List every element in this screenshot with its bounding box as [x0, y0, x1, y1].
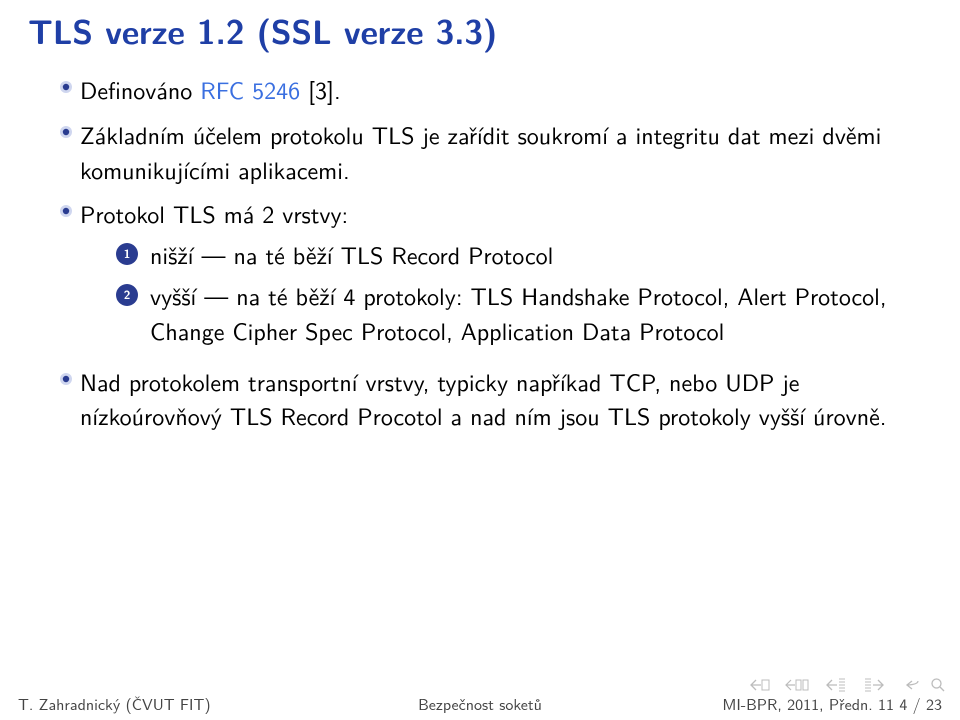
bullet-body: Protokol TLS má 2 vrstvy: 1 nišží — na t… [80, 197, 908, 354]
footer-page: MI-BPR, 2011, Předn. 11 4 / 23 [634, 692, 942, 715]
footer: T. Zahradnický (ČVUT FIT) Bezpečnost sok… [0, 690, 960, 720]
bullet-text: Nad protokolem transportní vrstvy, typic… [80, 365, 908, 435]
sub-item-text: vyšší — na té běží 4 protokoly: TLS Hand… [150, 279, 908, 349]
sub-item: 2 vyšší — na té běží 4 protokoly: TLS Ha… [116, 279, 908, 349]
footer-title: Bezpečnost soketů [326, 692, 634, 715]
text-frag: [3]. [300, 72, 341, 107]
bullet-item: Protokol TLS má 2 vrstvy: 1 nišží — na t… [52, 197, 908, 354]
slide-content: Definováno RFC 5246 [3]. Základním účele… [0, 73, 960, 444]
text-frag: Definováno [80, 72, 200, 107]
rfc-link[interactable]: RFC 5246 [200, 72, 300, 107]
bullet-icon [52, 365, 80, 386]
bullet-item: Definováno RFC 5246 [3]. [52, 73, 908, 108]
enum-disc-icon: 1 [116, 243, 138, 265]
bullet-icon [52, 197, 80, 218]
bullet-item: Nad protokolem transportní vrstvy, typic… [52, 365, 908, 435]
sub-list: 1 nišží — na té běží TLS Record Protocol… [80, 238, 908, 348]
bullet-icon [52, 118, 80, 139]
bullet-icon [52, 73, 80, 94]
bullet-text: Definováno RFC 5246 [3]. [80, 73, 908, 108]
bullet-text: Protokol TLS má 2 vrstvy: [80, 197, 908, 232]
bullet-item: Základním účelem protokolu TLS je zařídi… [52, 118, 908, 188]
sub-item: 1 nišží — na té běží TLS Record Protocol [116, 238, 908, 273]
enum-disc-icon: 2 [116, 284, 138, 306]
sub-item-text: nišží — na té běží TLS Record Protocol [150, 238, 908, 273]
footer-author: T. Zahradnický (ČVUT FIT) [18, 692, 326, 715]
slide-title: TLS verze 1.2 (SSL verze 3.3) [0, 0, 960, 73]
slide: TLS verze 1.2 (SSL verze 3.3) Definováno… [0, 0, 960, 720]
bullet-text: Základním účelem protokolu TLS je zařídi… [80, 118, 908, 188]
